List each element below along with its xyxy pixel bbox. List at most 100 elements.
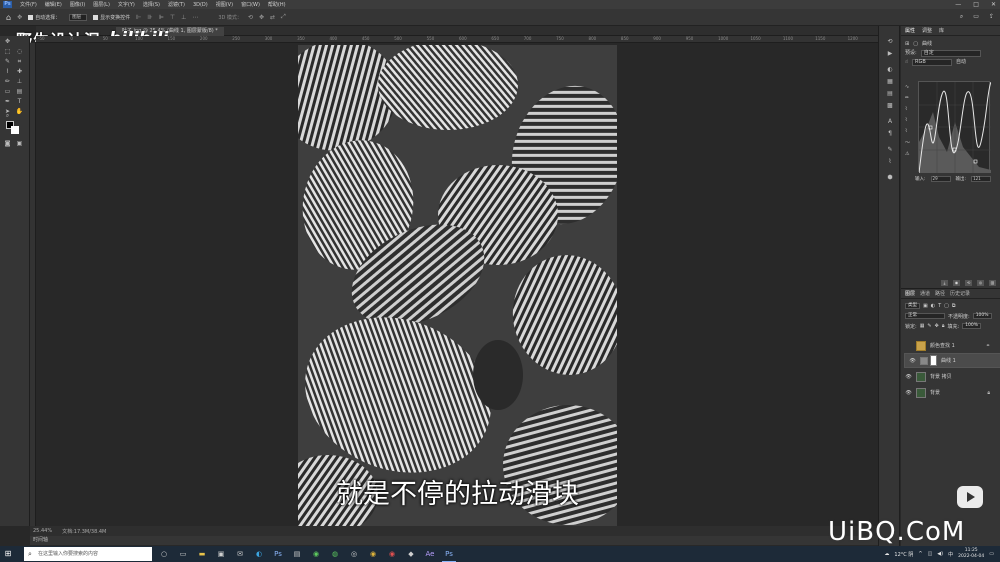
auto-button[interactable]: 自动 [956, 58, 966, 67]
delete-icon[interactable]: ▥ [989, 280, 996, 286]
lock-paint-icon[interactable]: ✎ [927, 323, 931, 329]
menu-layer[interactable]: 图层(L) [93, 1, 110, 8]
brush-settings-icon[interactable]: ⌇ [885, 158, 895, 166]
app-icon[interactable]: ◎ [347, 546, 361, 562]
reset-icon[interactable]: ⟲ [965, 280, 972, 286]
layer-mask-thumbnail[interactable] [930, 355, 937, 366]
background-color-swatch[interactable] [11, 126, 19, 134]
taskbar-clock[interactable]: 11:25 2022-04-04 [958, 548, 984, 560]
notification-icon[interactable]: ▭ [989, 551, 994, 557]
eye-icon[interactable]: 👁︎ [905, 390, 912, 396]
output-field[interactable]: 121 [971, 176, 992, 182]
marquee-tool-icon[interactable]: ⬚ [3, 48, 12, 56]
quick-mask-icon[interactable]: ◙ [3, 140, 12, 148]
pan-3d-icon[interactable]: ✥ [259, 14, 264, 21]
type-tool-icon[interactable]: T [15, 98, 24, 106]
tab-channels[interactable]: 通道 [920, 289, 930, 298]
close-icon[interactable]: ✕ [991, 1, 996, 8]
layer-item[interactable]: 颜色查找 1 ⚭ [901, 338, 1000, 353]
fill-field[interactable]: 100% [962, 323, 982, 329]
photoshop-taskbar-icon[interactable]: Ps [271, 546, 285, 562]
wechat-work-icon[interactable]: ◍ [328, 546, 342, 562]
view-previous-icon[interactable]: ◉ [953, 280, 960, 286]
black-point-eyedropper-icon[interactable]: ⌇ [905, 106, 910, 112]
menu-window[interactable]: 窗口(W) [241, 1, 260, 8]
gray-point-eyedropper-icon[interactable]: ⌇ [905, 117, 910, 123]
chrome-icon[interactable]: ◉ [366, 546, 380, 562]
align-right-icon[interactable]: ⊫ [159, 14, 164, 21]
distribute-icon[interactable]: ⋯ [192, 14, 198, 21]
filter-adjust-icon[interactable]: ◐ [931, 303, 935, 309]
brushes-icon[interactable]: ✎ [885, 146, 895, 154]
menu-file[interactable]: 文件(F) [20, 1, 37, 8]
taskbar-search-box[interactable]: 在这里输入你要搜索的内容 [24, 547, 152, 561]
store-icon[interactable]: ▣ [214, 546, 228, 562]
clipping-warning-icon[interactable]: ⚠ [905, 151, 910, 157]
preset-dropdown[interactable]: 自定 [920, 50, 981, 57]
play-button-icon[interactable] [957, 486, 983, 508]
brush-tool-icon[interactable]: ✏ [3, 78, 12, 86]
character-icon[interactable]: A [885, 118, 895, 126]
3d-icon[interactable]: ⬢ [885, 174, 895, 182]
on-image-adjust-icon[interactable]: ☝ [905, 58, 908, 67]
layer-item[interactable]: 👁︎ 背景 拷贝 [901, 369, 1000, 384]
menu-image[interactable]: 图像(I) [70, 1, 85, 8]
pencil-icon[interactable]: ✏ [905, 95, 910, 101]
tab-paths[interactable]: 路径 [935, 289, 945, 298]
tab-adjustments[interactable]: 调整 [922, 26, 932, 35]
ime-icon[interactable]: 中 [948, 551, 953, 558]
leaf-photo-canvas[interactable] [298, 45, 617, 526]
move-tool-icon[interactable]: ✥ [3, 38, 12, 46]
eye-icon[interactable]: 👁︎ [905, 374, 912, 380]
lock-pixels-icon[interactable]: ▦ [920, 323, 925, 329]
paragraph-icon[interactable]: ¶ [885, 130, 895, 138]
lock-all-icon[interactable]: 🔒︎ [942, 323, 945, 329]
layer-item-selected[interactable]: 👁︎ 曲线 1 [904, 353, 1000, 368]
align-left-icon[interactable]: ⊩ [136, 14, 141, 21]
menu-edit[interactable]: 编辑(E) [45, 1, 62, 8]
move-tool-icon[interactable]: ✥ [17, 14, 22, 21]
search-icon[interactable]: ⌕ [960, 13, 963, 21]
filter-smart-icon[interactable]: ⧉ [952, 303, 956, 309]
eraser-tool-icon[interactable]: ▭ [3, 88, 12, 96]
tab-history[interactable]: 历史记录 [950, 289, 970, 298]
actions-icon[interactable]: ▶ [885, 50, 895, 58]
stamp-tool-icon[interactable]: ⊥ [15, 78, 24, 86]
app-icon[interactable]: ◆ [404, 546, 418, 562]
auto-select-dropdown[interactable]: 图层 [66, 13, 88, 21]
healing-tool-icon[interactable]: ✚ [15, 68, 24, 76]
align-center-icon[interactable]: ⊪ [147, 14, 152, 21]
lock-position-icon[interactable]: ✥ [935, 323, 939, 329]
zoom-tool-icon[interactable]: ⌕ [3, 112, 12, 120]
menu-view[interactable]: 视图(V) [216, 1, 233, 8]
rotate-3d-icon[interactable]: ⟲ [248, 14, 253, 21]
wechat-icon[interactable]: ◉ [309, 546, 323, 562]
filter-pixel-icon[interactable]: ▣ [923, 303, 928, 309]
curves-graph[interactable] [918, 81, 992, 174]
align-middle-icon[interactable]: ⊥ [181, 14, 186, 21]
menu-filter[interactable]: 滤镜(T) [168, 1, 185, 8]
quick-select-tool-icon[interactable]: ✎ [3, 58, 12, 66]
menu-3d[interactable]: 3D(D) [193, 2, 208, 8]
volume-icon[interactable]: ◀) [937, 551, 943, 557]
layer-filter-dropdown[interactable]: 类型 [905, 303, 920, 309]
zoom-level[interactable]: 25.44% [33, 528, 52, 534]
gradient-tool-icon[interactable]: ▤ [15, 88, 24, 96]
tab-layers[interactable]: 图层 [905, 289, 915, 298]
mask-icon[interactable]: ▢ [913, 40, 918, 49]
channel-dropdown[interactable]: RGB [912, 59, 953, 66]
tab-libraries[interactable]: 库 [939, 26, 944, 35]
edge-browser-icon[interactable]: ◐ [252, 546, 266, 562]
hand-tool-icon[interactable]: ✋ [15, 108, 24, 116]
file-explorer-icon[interactable]: ▬ [195, 546, 209, 562]
windows-start-icon[interactable]: ⊞ [0, 546, 16, 562]
layer-item[interactable]: 👁︎ 背景 🔒︎ [901, 385, 1000, 400]
opacity-field[interactable]: 100% [972, 313, 992, 319]
tab-properties[interactable]: 属性 [905, 26, 915, 35]
eyedropper-tool-icon[interactable]: ⌇ [3, 68, 12, 76]
white-point-eyedropper-icon[interactable]: ⌇ [905, 128, 910, 134]
slide-3d-icon[interactable]: ⇄ [270, 14, 275, 21]
minimize-icon[interactable]: — [955, 1, 961, 8]
filter-type-icon[interactable]: T [938, 303, 941, 309]
visibility-icon[interactable]: ◎ [977, 280, 984, 286]
